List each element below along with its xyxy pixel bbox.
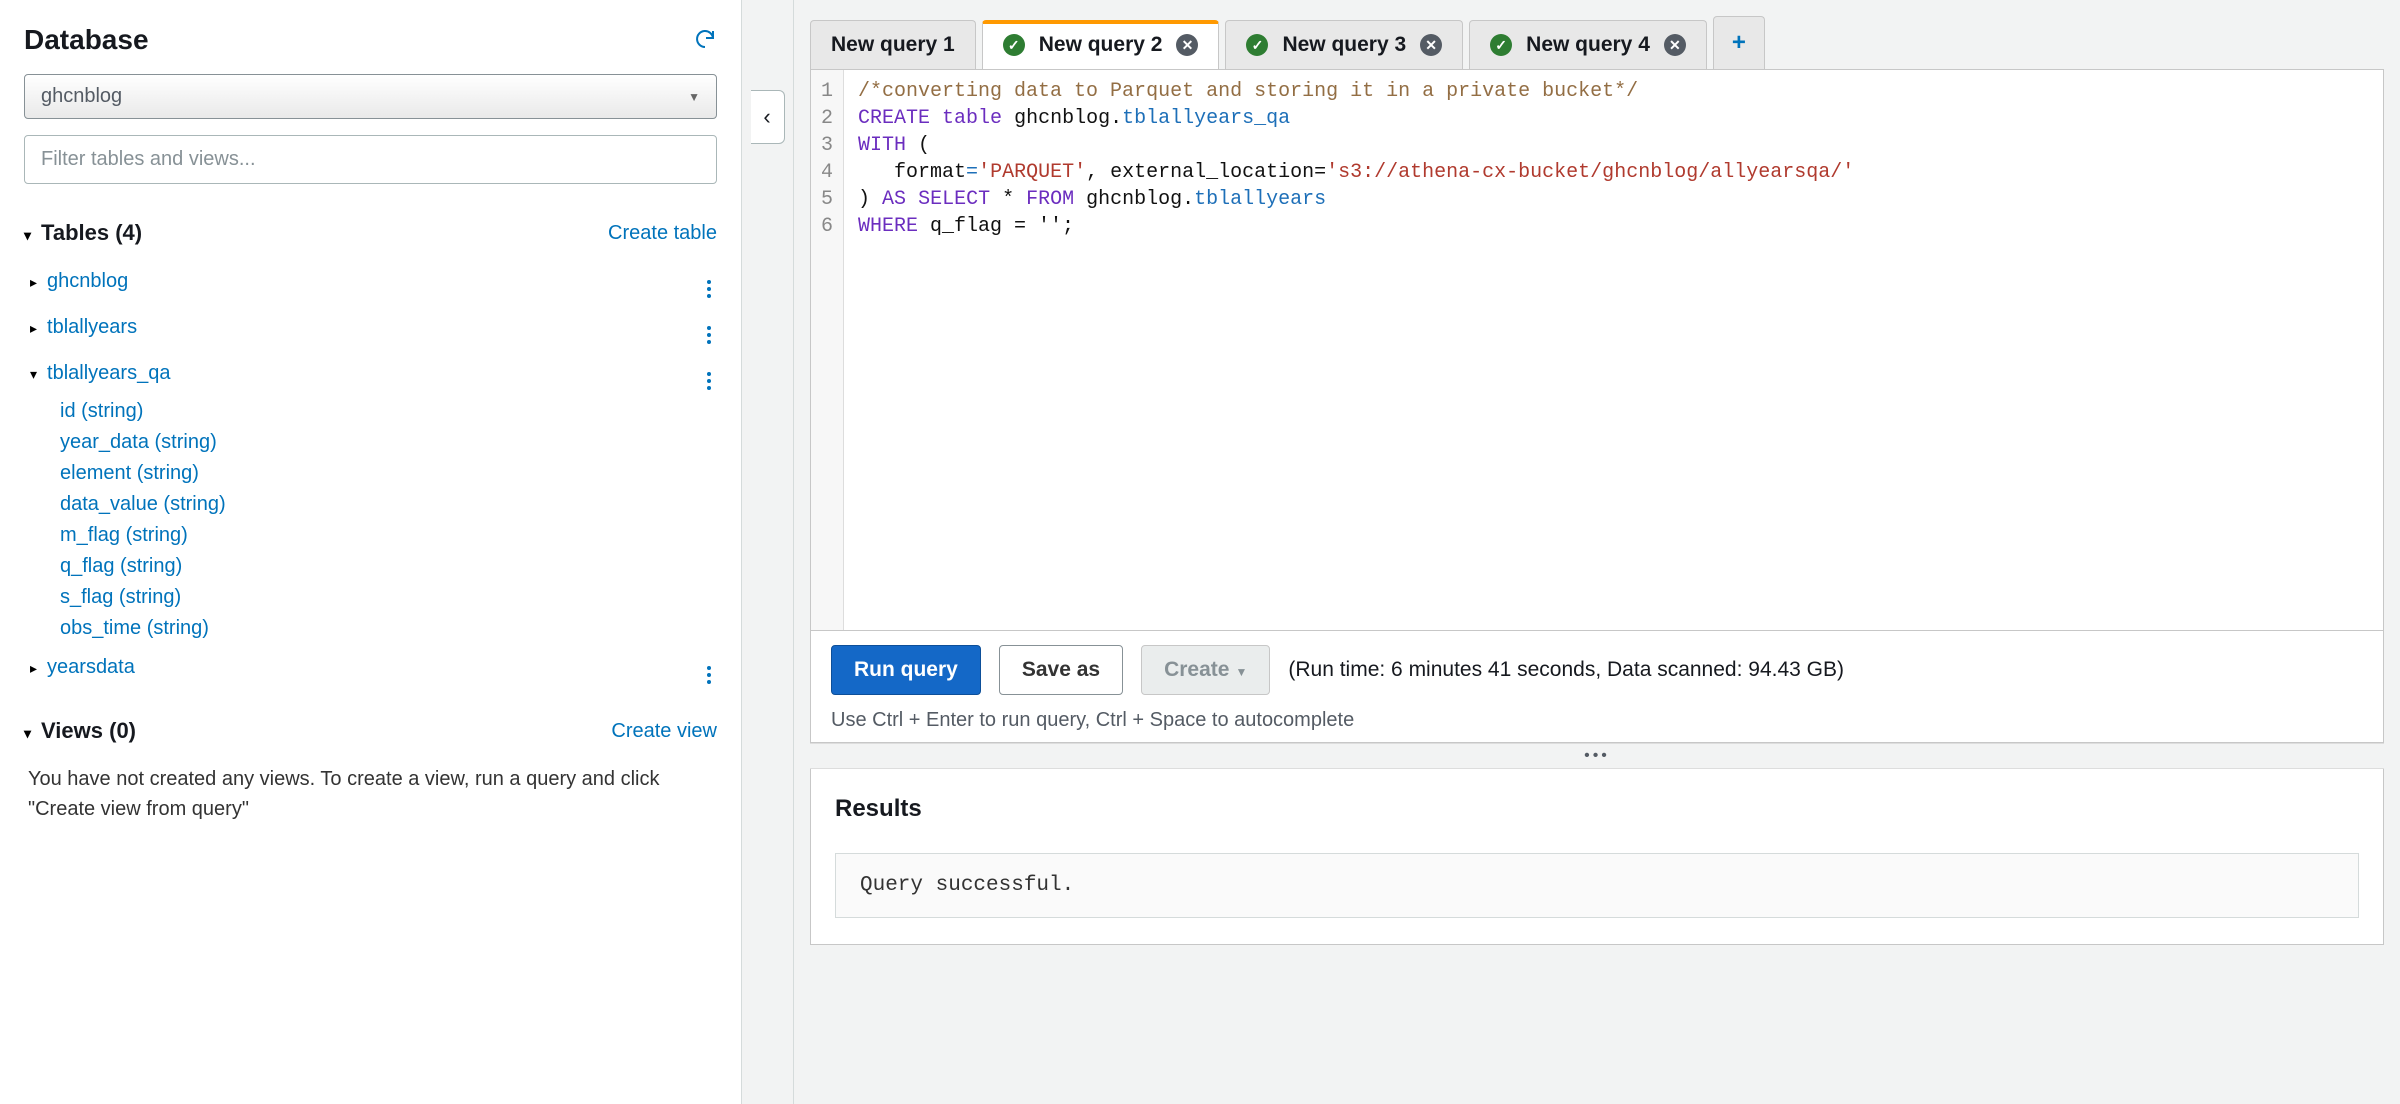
table-tblallyears[interactable]: tblallyears <box>24 304 717 350</box>
expand-icon <box>30 316 41 339</box>
database-sidebar: Database ghcnblog ▼ Tables (4) Create ta… <box>0 0 742 1104</box>
collapse-icon <box>30 362 41 385</box>
filter-tables-input[interactable] <box>24 135 717 184</box>
line-gutter: 123456 <box>811 70 844 630</box>
status-ok-icon: ✓ <box>1003 34 1025 56</box>
column-row[interactable]: m_flag (string) <box>24 520 717 551</box>
run-stats: (Run time: 6 minutes 41 seconds, Data sc… <box>1288 658 1844 682</box>
database-select[interactable]: ghcnblog ▼ <box>24 74 717 119</box>
results-panel: Results Query successful. <box>810 769 2384 945</box>
collapse-sidebar-button[interactable]: ‹ <box>751 90 785 144</box>
table-name: ghcnblog <box>47 270 128 293</box>
views-header: Views (0) <box>41 718 136 744</box>
views-empty-text: You have not created any views. To creat… <box>24 756 684 832</box>
results-message: Query successful. <box>835 853 2359 918</box>
tab-label: New query 1 <box>831 33 955 57</box>
tab-label: New query 3 <box>1282 33 1406 57</box>
column-row[interactable]: element (string) <box>24 458 717 489</box>
chevron-down-icon: ▼ <box>1235 665 1247 679</box>
tables-caret-icon[interactable] <box>24 220 35 246</box>
close-tab-icon[interactable]: ✕ <box>1664 34 1686 56</box>
resize-handle[interactable]: ••• <box>810 743 2384 769</box>
tab-label: New query 4 <box>1526 33 1650 57</box>
column-row[interactable]: q_flag (string) <box>24 551 717 582</box>
expand-icon <box>30 270 41 293</box>
table-menu-icon[interactable] <box>701 650 717 684</box>
editor-container: 123456 /*converting data to Parquet and … <box>810 69 2384 631</box>
tab-new-query-4[interactable]: ✓ New query 4 ✕ <box>1469 20 1707 69</box>
table-tblallyears-qa[interactable]: tblallyears_qa <box>24 350 717 396</box>
status-ok-icon: ✓ <box>1490 34 1512 56</box>
add-tab-button[interactable]: + <box>1713 16 1765 69</box>
refresh-icon[interactable] <box>693 27 717 54</box>
chevron-down-icon: ▼ <box>688 90 700 104</box>
column-row[interactable]: s_flag (string) <box>24 582 717 613</box>
create-button-label: Create <box>1164 658 1229 681</box>
column-row[interactable]: year_data (string) <box>24 427 717 458</box>
save-as-button[interactable]: Save as <box>999 645 1123 695</box>
close-tab-icon[interactable]: ✕ <box>1176 34 1198 56</box>
column-row[interactable]: data_value (string) <box>24 489 717 520</box>
sidebar-title: Database <box>24 24 149 56</box>
run-query-button[interactable]: Run query <box>831 645 981 695</box>
sql-editor[interactable]: 123456 /*converting data to Parquet and … <box>811 70 2383 630</box>
tables-header: Tables (4) <box>41 220 142 246</box>
database-select-value: ghcnblog <box>41 85 122 108</box>
column-row[interactable]: obs_time (string) <box>24 613 717 644</box>
tab-new-query-1[interactable]: New query 1 <box>810 20 976 69</box>
close-tab-icon[interactable]: ✕ <box>1420 34 1442 56</box>
table-yearsdata[interactable]: yearsdata <box>24 644 717 690</box>
tab-new-query-3[interactable]: ✓ New query 3 ✕ <box>1225 20 1463 69</box>
sql-code[interactable]: /*converting data to Parquet and storing… <box>844 70 2383 630</box>
expand-icon <box>30 656 41 679</box>
sidebar-collapse: ‹ <box>742 0 794 1104</box>
table-name: yearsdata <box>47 656 135 679</box>
table-menu-icon[interactable] <box>701 264 717 298</box>
tab-new-query-2[interactable]: ✓ New query 2 ✕ <box>982 20 1220 69</box>
create-button: Create ▼ <box>1141 645 1270 695</box>
views-caret-icon[interactable] <box>24 718 35 744</box>
table-menu-icon[interactable] <box>701 310 717 344</box>
action-row: Run query Save as Create ▼ (Run time: 6 m… <box>810 631 2384 743</box>
results-header: Results <box>835 795 2359 823</box>
tab-label: New query 2 <box>1039 33 1163 57</box>
create-table-link[interactable]: Create table <box>608 222 717 245</box>
status-ok-icon: ✓ <box>1246 34 1268 56</box>
table-name: tblallyears_qa <box>47 362 170 385</box>
tab-bar: New query 1 ✓ New query 2 ✕ ✓ New query … <box>794 0 2400 69</box>
table-ghcnblog[interactable]: ghcnblog <box>24 258 717 304</box>
table-menu-icon[interactable] <box>701 356 717 390</box>
table-name: tblallyears <box>47 316 137 339</box>
editor-hint: Use Ctrl + Enter to run query, Ctrl + Sp… <box>831 709 2363 732</box>
create-view-link[interactable]: Create view <box>611 720 717 743</box>
plus-icon: + <box>1732 29 1746 57</box>
main-panel: New query 1 ✓ New query 2 ✕ ✓ New query … <box>794 0 2400 1104</box>
column-row[interactable]: id (string) <box>24 396 717 427</box>
